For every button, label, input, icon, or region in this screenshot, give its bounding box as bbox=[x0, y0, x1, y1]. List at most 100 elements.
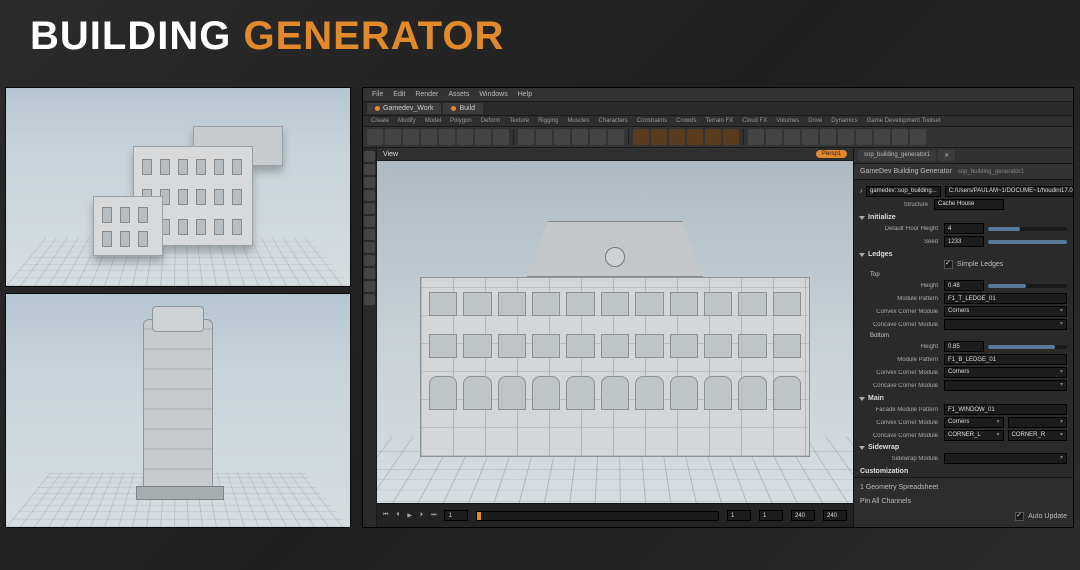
chevron-down-icon[interactable] bbox=[859, 446, 865, 450]
play-last-icon[interactable]: ⏭ bbox=[431, 512, 436, 519]
tool-icon[interactable] bbox=[536, 129, 552, 145]
tool-icon[interactable] bbox=[820, 129, 836, 145]
shelf-tab[interactable]: Texture bbox=[505, 117, 533, 125]
tool-icon[interactable] bbox=[572, 129, 588, 145]
concave-b-dropdown[interactable]: CORNER_R▾ bbox=[1008, 430, 1068, 441]
tool-icon[interactable] bbox=[892, 129, 908, 145]
tool-icon[interactable] bbox=[364, 229, 375, 240]
tool-icon[interactable] bbox=[364, 216, 375, 227]
tool-icon[interactable] bbox=[766, 129, 782, 145]
facade-pattern-field[interactable]: F1_WINDOW_01 bbox=[944, 404, 1067, 415]
concave-a-dropdown[interactable]: CORNER_L▾ bbox=[944, 430, 1004, 441]
menu-windows[interactable]: Windows bbox=[476, 90, 510, 99]
chevron-down-icon[interactable] bbox=[859, 216, 865, 220]
shelf-tab[interactable]: Create bbox=[367, 117, 393, 125]
top-pattern-field[interactable]: F1_T_LEDGE_01 bbox=[944, 293, 1067, 304]
tool-icon[interactable] bbox=[403, 129, 419, 145]
shelf-tab[interactable]: Dynamics bbox=[827, 117, 861, 125]
gear-icon[interactable]: ✕ bbox=[938, 150, 955, 161]
select-tool-icon[interactable] bbox=[364, 151, 375, 162]
bottom-height-slider[interactable] bbox=[988, 345, 1067, 349]
tool-icon[interactable] bbox=[364, 294, 375, 305]
tool-icon[interactable] bbox=[518, 129, 534, 145]
menu-render[interactable]: Render bbox=[412, 90, 441, 99]
bottom-pattern-field[interactable]: F1_B_LEDGE_01 bbox=[944, 354, 1067, 365]
sidewrap-dropdown[interactable]: ▾ bbox=[944, 453, 1067, 464]
tool-icon[interactable] bbox=[367, 129, 383, 145]
shelf-tab[interactable]: Volumes bbox=[772, 117, 803, 125]
shelf-tab[interactable]: Polygon bbox=[446, 117, 476, 125]
top-concave-dropdown[interactable]: ▾ bbox=[944, 319, 1067, 330]
tool-icon[interactable] bbox=[874, 129, 890, 145]
chevron-down-icon[interactable] bbox=[859, 253, 865, 257]
shelf-tab[interactable]: Constraints bbox=[633, 117, 671, 125]
bottom-height-field[interactable]: 0.85 bbox=[944, 341, 984, 352]
tool-icon[interactable] bbox=[385, 129, 401, 145]
tool-icon[interactable] bbox=[493, 129, 509, 145]
scale-tool-icon[interactable] bbox=[364, 190, 375, 201]
menu-edit[interactable]: Edit bbox=[390, 90, 408, 99]
frame-end[interactable]: 240 bbox=[823, 510, 847, 521]
play-icon[interactable]: ▶ bbox=[407, 512, 412, 519]
move-tool-icon[interactable] bbox=[364, 164, 375, 175]
shelf-tab[interactable]: Muscles bbox=[563, 117, 593, 125]
seed-slider[interactable] bbox=[988, 240, 1067, 244]
bottom-concave-dropdown[interactable]: ▾ bbox=[944, 380, 1067, 391]
desktop-tab[interactable]: Build bbox=[443, 103, 483, 114]
tool-icon[interactable] bbox=[910, 129, 926, 145]
shelf-tab[interactable]: Rigging bbox=[534, 117, 562, 125]
tool-icon[interactable] bbox=[364, 255, 375, 266]
tool-icon[interactable] bbox=[364, 242, 375, 253]
top-height-slider[interactable] bbox=[988, 284, 1067, 288]
top-convex-dropdown[interactable]: Corners▾ bbox=[944, 306, 1067, 317]
param-tab[interactable]: sop_building_generator1 bbox=[858, 150, 936, 161]
asset-name-field[interactable]: gamedev::sop_building... bbox=[866, 186, 941, 197]
tool-icon[interactable] bbox=[364, 203, 375, 214]
tool-icon[interactable] bbox=[364, 268, 375, 279]
play-prev-icon[interactable]: ⏴ bbox=[396, 512, 399, 519]
menu-file[interactable]: File bbox=[369, 90, 386, 99]
tool-icon[interactable] bbox=[669, 129, 685, 145]
chevron-down-icon[interactable] bbox=[859, 397, 865, 401]
tool-icon[interactable] bbox=[802, 129, 818, 145]
play-first-icon[interactable]: ⏮ bbox=[383, 512, 388, 519]
shelf-tab[interactable]: Terrain FX bbox=[702, 117, 738, 125]
tool-icon[interactable] bbox=[856, 129, 872, 145]
shelf-tab[interactable]: Drive bbox=[804, 117, 826, 125]
desktop-tab[interactable]: Gamedev_Work bbox=[367, 103, 441, 114]
auto-update-checkbox[interactable] bbox=[1015, 512, 1024, 521]
shelf-tab[interactable]: Modify bbox=[394, 117, 420, 125]
range-start[interactable]: 1 bbox=[727, 510, 751, 521]
convex-a-dropdown[interactable]: Corners▾ bbox=[944, 417, 1004, 428]
shelf-tab[interactable]: Deform bbox=[477, 117, 505, 125]
convex-b-dropdown[interactable]: ▾ bbox=[1008, 417, 1068, 428]
frame-start[interactable]: 1 bbox=[444, 510, 468, 521]
tool-icon[interactable] bbox=[705, 129, 721, 145]
timeline-slider[interactable] bbox=[476, 511, 719, 521]
play-next-icon[interactable]: ⏵ bbox=[420, 512, 423, 519]
menu-assets[interactable]: Assets bbox=[445, 90, 472, 99]
cache-house-button[interactable]: Cache House bbox=[934, 199, 1004, 210]
tool-icon[interactable] bbox=[457, 129, 473, 145]
frame-current[interactable]: 1 bbox=[759, 510, 783, 521]
tool-icon[interactable] bbox=[687, 129, 703, 145]
floor-height-slider[interactable] bbox=[988, 227, 1067, 231]
camera-badge[interactable]: Persp1 bbox=[816, 150, 847, 158]
tool-icon[interactable] bbox=[608, 129, 624, 145]
seed-field[interactable]: 1233 bbox=[944, 236, 984, 247]
tool-icon[interactable] bbox=[421, 129, 437, 145]
tool-icon[interactable] bbox=[554, 129, 570, 145]
tool-icon[interactable] bbox=[590, 129, 606, 145]
shelf-tab[interactable]: Cloud FX bbox=[738, 117, 771, 125]
range-end[interactable]: 240 bbox=[791, 510, 815, 521]
simple-ledges-checkbox[interactable] bbox=[944, 260, 953, 269]
floor-height-field[interactable]: 4 bbox=[944, 223, 984, 234]
top-height-field[interactable]: 0.48 bbox=[944, 280, 984, 291]
tool-icon[interactable] bbox=[364, 281, 375, 292]
scene-viewport[interactable] bbox=[377, 161, 853, 503]
footer-link[interactable]: 1 Geometry Spreadsheet bbox=[860, 484, 938, 491]
shelf-tab[interactable]: Game Development Toolset bbox=[863, 117, 945, 125]
shelf-tab[interactable]: Crowds bbox=[672, 117, 700, 125]
bottom-convex-dropdown[interactable]: Corners▾ bbox=[944, 367, 1067, 378]
tool-icon[interactable] bbox=[633, 129, 649, 145]
